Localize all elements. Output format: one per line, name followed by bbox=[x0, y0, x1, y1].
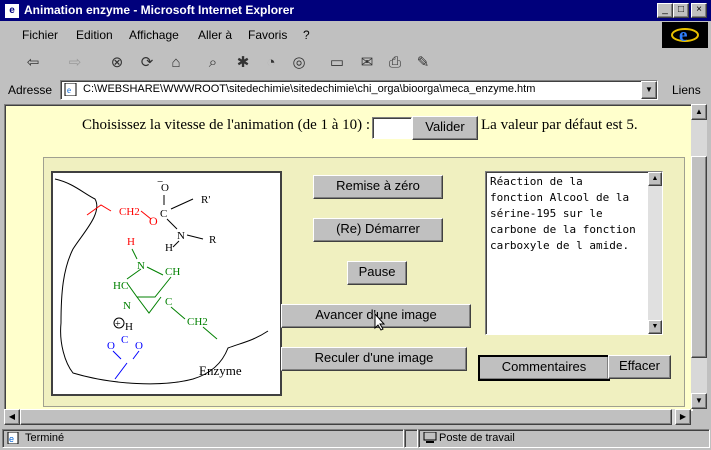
serine-o-label: O bbox=[149, 214, 158, 228]
his-h-label: H bbox=[127, 236, 135, 248]
minimize-button[interactable]: _ bbox=[657, 3, 673, 18]
ie-page-icon: e bbox=[4, 3, 20, 19]
vertical-scroll-thumb[interactable] bbox=[691, 156, 707, 358]
validate-button[interactable]: Valider bbox=[412, 116, 478, 140]
menu-affichage[interactable]: Affichage bbox=[129, 28, 179, 42]
clear-button[interactable]: Effacer bbox=[608, 355, 671, 379]
fullscreen-icon[interactable]: ▭ bbox=[326, 53, 348, 73]
close-button[interactable]: × bbox=[691, 3, 707, 18]
mouse-cursor-icon bbox=[373, 312, 386, 331]
asp-o1-label: O bbox=[107, 340, 115, 352]
menu-fichier[interactable]: Fichier bbox=[22, 28, 58, 42]
comment-scrollbar[interactable]: ▲ ▼ bbox=[648, 172, 662, 334]
amide-h-label: H bbox=[165, 242, 173, 254]
computer-icon bbox=[423, 431, 437, 444]
menu-bar: Fichier Edition Affichage Aller à Favori… bbox=[0, 22, 662, 48]
speed-input[interactable] bbox=[372, 117, 412, 139]
scroll-down-icon[interactable]: ▼ bbox=[648, 320, 662, 334]
status-panel-2 bbox=[404, 429, 418, 448]
standard-toolbar: ⇦ ⇨ ⊗ ⟳ ⌂ ⌕ ✱ ◔ ◎ ▭ ✉ ⎙ ✎ bbox=[0, 48, 711, 78]
svg-text:e: e bbox=[9, 434, 14, 444]
edit-icon[interactable]: ✎ bbox=[412, 53, 434, 73]
start-button[interactable]: (Re) Démarrer bbox=[313, 218, 443, 242]
scroll-up-icon[interactable]: ▲ bbox=[648, 172, 662, 186]
ie-logo-icon: e bbox=[662, 22, 708, 48]
print-icon[interactable]: ⎙ bbox=[384, 53, 406, 73]
pause-button[interactable]: Pause bbox=[347, 261, 407, 285]
status-main-panel: e Terminé bbox=[2, 429, 404, 448]
status-text: Terminé bbox=[25, 432, 65, 444]
comments-button[interactable]: Commentaires bbox=[478, 355, 610, 381]
molecule-image: CH2 O O − C R' N R H H N CH HC N C CH2 +… bbox=[51, 171, 282, 396]
status-bar: e Terminé Poste de travail bbox=[0, 427, 711, 450]
plus-sign: + bbox=[115, 319, 121, 330]
scroll-left-icon[interactable]: ◀ bbox=[4, 409, 20, 425]
forward-icon[interactable]: ⇨ bbox=[64, 53, 86, 73]
r-label: R bbox=[209, 234, 217, 246]
menu-help[interactable]: ? bbox=[303, 28, 310, 42]
maximize-button[interactable]: □ bbox=[673, 3, 689, 18]
window-title: Animation enzyme - Microsoft Internet Ex… bbox=[24, 3, 295, 17]
menu-aller[interactable]: Aller à bbox=[198, 28, 232, 42]
links-button[interactable]: Liens bbox=[672, 83, 701, 97]
page-horizontal-scrollbar[interactable]: ◀ ▶ bbox=[4, 409, 691, 425]
ch2-label: CH2 bbox=[119, 206, 140, 218]
enzyme-label: Enzyme bbox=[199, 363, 242, 378]
scroll-down-icon[interactable]: ▼ bbox=[691, 393, 707, 409]
comment-text: Réaction de la fonction Alcool de la sér… bbox=[490, 175, 643, 252]
scroll-right-icon[interactable]: ▶ bbox=[675, 409, 691, 425]
speed-prompt: Choisissez la vitesse de l'animation (de… bbox=[82, 117, 371, 133]
svg-text:e: e bbox=[679, 25, 687, 46]
menu-favoris[interactable]: Favoris bbox=[248, 28, 287, 42]
reset-button[interactable]: Remise à zéro bbox=[313, 175, 443, 199]
page-icon: e bbox=[64, 82, 78, 97]
his-n1-label: N bbox=[137, 260, 145, 272]
mail-icon[interactable]: ✉ bbox=[356, 53, 378, 73]
address-bar: Adresse e C:\WEBSHARE\WWWROOT\sitedechim… bbox=[0, 78, 711, 102]
asp-c-label: C bbox=[121, 334, 128, 346]
address-value: C:\WEBSHARE\WWWROOT\sitedechimie\sitedec… bbox=[83, 83, 536, 95]
his-ch-label: CH bbox=[165, 266, 180, 278]
svg-text:e: e bbox=[67, 85, 71, 95]
proton-h-label: H bbox=[125, 321, 133, 333]
his-n2-label: N bbox=[123, 300, 131, 312]
done-page-icon: e bbox=[7, 431, 19, 445]
his-hc-label: HC bbox=[113, 280, 128, 292]
page-content: Choisissez la vitesse de l'animation (de… bbox=[4, 104, 693, 411]
comment-textarea[interactable]: Réaction de la fonction Alcool de la sér… bbox=[485, 171, 663, 335]
home-icon[interactable]: ⌂ bbox=[165, 53, 187, 73]
channels-icon[interactable]: ◎ bbox=[288, 53, 310, 73]
title-bar: e Animation enzyme - Microsoft Internet … bbox=[0, 0, 711, 21]
horizontal-scroll-thumb[interactable] bbox=[20, 409, 672, 425]
search-icon[interactable]: ⌕ bbox=[202, 53, 224, 73]
his-ch2-label: CH2 bbox=[187, 316, 208, 328]
scroll-up-icon[interactable]: ▲ bbox=[691, 104, 707, 120]
status-zone-panel: Poste de travail bbox=[418, 429, 710, 448]
default-note: La valeur par défaut est 5. bbox=[481, 117, 638, 133]
amide-c-label: C bbox=[160, 208, 167, 220]
address-dropdown-icon[interactable]: ▼ bbox=[641, 81, 657, 99]
page-vertical-scrollbar[interactable]: ▲ ▼ bbox=[691, 104, 707, 409]
r-prime-label: R' bbox=[201, 194, 210, 206]
stop-icon[interactable]: ⊗ bbox=[106, 53, 128, 73]
back-icon[interactable]: ⇦ bbox=[22, 53, 44, 73]
refresh-icon[interactable]: ⟳ bbox=[136, 53, 158, 73]
minus-sign: − bbox=[157, 176, 163, 188]
amide-n-label: N bbox=[177, 230, 185, 242]
address-label: Adresse bbox=[8, 83, 53, 97]
zone-text: Poste de travail bbox=[439, 432, 515, 444]
favorites-icon[interactable]: ✱ bbox=[232, 53, 254, 73]
address-input[interactable]: e C:\WEBSHARE\WWWROOT\sitedechimie\sited… bbox=[60, 80, 658, 100]
menu-edition[interactable]: Edition bbox=[76, 28, 113, 42]
enzyme-mechanism-diagram: CH2 O O − C R' N R H H N CH HC N C CH2 +… bbox=[54, 176, 269, 385]
prev-frame-button[interactable]: Reculer d'une image bbox=[281, 347, 467, 371]
history-icon[interactable]: ◔ bbox=[260, 53, 282, 73]
asp-o2-label: O bbox=[135, 340, 143, 352]
his-c-label: C bbox=[165, 296, 172, 308]
